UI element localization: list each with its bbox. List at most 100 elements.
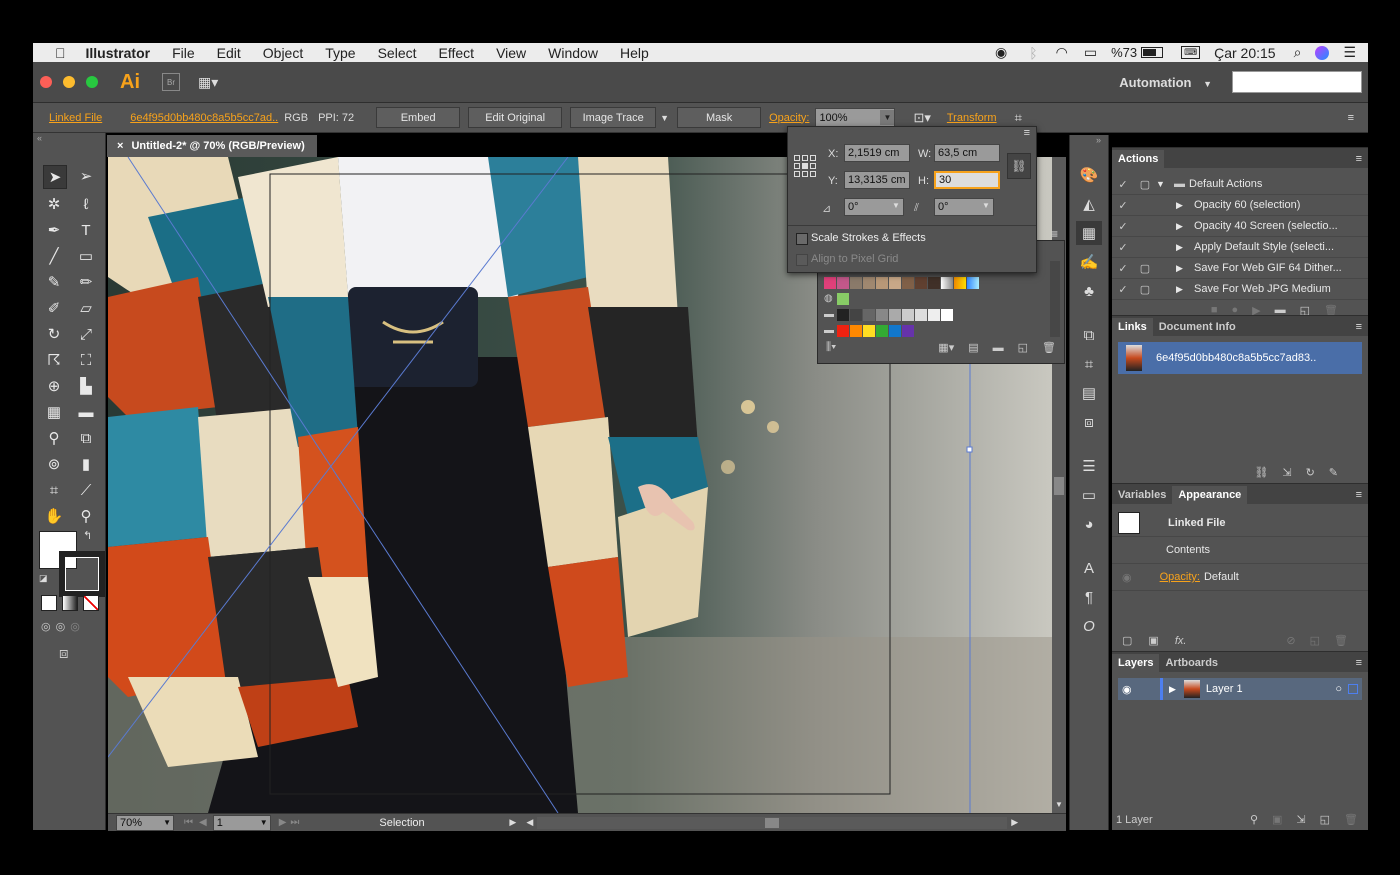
eraser-tool-icon[interactable]: ▱ <box>75 297 97 319</box>
stroke-panel-icon[interactable]: ☰ <box>1076 454 1102 478</box>
swap-fill-stroke-icon[interactable]: ↰ <box>83 529 92 542</box>
fill-stroke-widget[interactable]: ↰ ◪ <box>39 529 105 597</box>
swatch[interactable] <box>889 325 901 337</box>
stroke-swatch[interactable] <box>59 551 105 597</box>
constrain-proportions-icon[interactable]: ⛓ <box>1007 153 1031 179</box>
blob-brush-tool-icon[interactable]: ✐ <box>43 297 65 319</box>
tab-actions[interactable]: Actions <box>1112 150 1165 168</box>
hand-tool-icon[interactable]: ✋ <box>43 505 65 527</box>
layer-name[interactable]: Layer 1 <box>1206 683 1243 695</box>
menu-edit[interactable]: Edit <box>217 45 241 61</box>
spotlight-search-icon[interactable]: ⌕ <box>1294 44 1302 61</box>
chevron-down-icon[interactable]: ▼ <box>880 110 895 125</box>
target-circle-icon[interactable]: ○ <box>1335 683 1342 695</box>
tab-links[interactable]: Links <box>1112 318 1153 336</box>
swatch[interactable] <box>863 277 875 289</box>
appearance-contents-row[interactable]: Contents <box>1112 537 1368 564</box>
tab-layers[interactable]: Layers <box>1112 654 1160 672</box>
rectangle-tool-icon[interactable]: ▭ <box>75 245 97 267</box>
action-set-row[interactable]: ✓ ▢ ▼ ▬ Default Actions <box>1112 174 1368 195</box>
keyboard-input-icon[interactable]: ⌨ <box>1181 46 1201 59</box>
go-to-link-icon[interactable]: ⇲ <box>1282 466 1291 479</box>
chevron-right-icon[interactable]: ▶ <box>1176 284 1190 295</box>
delete-swatch-icon[interactable]: 🗑 <box>1042 341 1056 354</box>
slice-tool-icon[interactable]: ⟋ <box>75 479 97 501</box>
horizontal-scrollbar[interactable] <box>537 816 1008 829</box>
swatch[interactable] <box>902 277 914 289</box>
last-artboard-icon[interactable]: ⏭ <box>290 817 299 828</box>
swatch[interactable] <box>928 309 940 321</box>
locate-object-icon[interactable]: ⚲ <box>1250 813 1258 826</box>
image-trace-options-icon[interactable]: ▼ <box>660 113 669 123</box>
checkmark-icon[interactable]: ✓ <box>1112 178 1134 191</box>
menu-help[interactable]: Help <box>620 45 649 61</box>
w-field[interactable]: 63,5 cm <box>934 144 1000 162</box>
checkmark-icon[interactable]: ✓ <box>1112 199 1134 212</box>
notification-center-icon[interactable]: ☰ <box>1343 44 1356 61</box>
swatch[interactable] <box>876 325 888 337</box>
chevron-right-icon[interactable]: ▶ <box>1176 221 1190 232</box>
swatch-options-icon[interactable]: ▤ <box>968 341 978 354</box>
default-fill-stroke-icon[interactable]: ◪ <box>39 573 48 584</box>
swatch[interactable] <box>824 277 836 289</box>
screen-mode-icon[interactable]: ⧈ <box>59 645 69 662</box>
status-mode[interactable]: Selection <box>379 817 509 829</box>
action-row[interactable]: ✓ ▶ Apply Default Style (selecti... <box>1112 237 1368 258</box>
menu-type[interactable]: Type <box>325 45 355 61</box>
first-artboard-icon[interactable]: ⏮ <box>184 817 193 828</box>
close-icon[interactable]: × <box>117 140 123 152</box>
link-item[interactable]: 6e4f95d0bb480c8a5b5cc7ad83.. <box>1118 342 1362 374</box>
swatch[interactable] <box>889 309 901 321</box>
swatch[interactable] <box>941 277 953 289</box>
linked-file-link[interactable]: Linked File <box>49 112 102 124</box>
scroll-left-arrow-icon[interactable]: ◀ <box>526 817 533 828</box>
color-mode-icon[interactable] <box>41 595 57 611</box>
swatch[interactable] <box>837 293 849 305</box>
tab-appearance[interactable]: Appearance <box>1172 486 1248 504</box>
panel-menu-icon[interactable]: ≡ <box>1024 127 1030 139</box>
dialog-toggle-icon[interactable]: ▢ <box>1134 262 1156 275</box>
record-icon[interactable]: ◉ <box>995 44 1007 61</box>
next-artboard-icon[interactable]: ▶ <box>279 817 287 828</box>
chevron-right-icon[interactable]: ▶ <box>1176 263 1190 274</box>
swatch[interactable] <box>863 309 875 321</box>
apple-menu-icon[interactable]:  <box>55 45 66 61</box>
artboard-number-field[interactable]: 1 ▼ <box>212 814 271 831</box>
scroll-thumb[interactable] <box>765 817 780 828</box>
opacity-link[interactable]: Opacity: <box>1160 571 1200 583</box>
add-effect-button[interactable]: fx. <box>1175 635 1187 647</box>
free-transform-tool-icon[interactable]: ⛶ <box>75 349 97 371</box>
transform-panel-icon[interactable]: ⧉ <box>1076 323 1102 347</box>
panel-menu-icon[interactable]: ≡ <box>1356 489 1362 501</box>
isolate-selected-icon[interactable]: ⌗ <box>1015 110 1022 126</box>
minimize-window-button[interactable] <box>63 76 75 88</box>
type-tool-icon[interactable]: T <box>75 219 97 241</box>
shape-builder-tool-icon[interactable]: ⊕ <box>43 375 65 397</box>
rotate-tool-icon[interactable]: ↻ <box>43 323 65 345</box>
align-pixel-grid-checkbox[interactable] <box>796 254 808 266</box>
scale-strokes-checkbox[interactable] <box>796 233 808 245</box>
swatch-libraries-icon[interactable]: ⫼▾ <box>826 341 836 354</box>
transparency-panel-icon[interactable]: ◕ <box>1076 512 1102 536</box>
selection-tool-icon[interactable]: ➤ <box>43 165 67 189</box>
blend-tool-icon[interactable]: ⧉ <box>75 427 97 449</box>
action-row[interactable]: ✓ ▢ ▶ Save For Web GIF 64 Dither... <box>1112 258 1368 279</box>
swatch[interactable] <box>902 325 914 337</box>
battery-icon[interactable] <box>1141 47 1164 58</box>
mesh-tool-icon[interactable]: ▦ <box>43 401 65 423</box>
swatch[interactable] <box>863 325 875 337</box>
visibility-eye-icon[interactable]: ◉ <box>1122 683 1140 696</box>
perspective-grid-tool-icon[interactable]: ▙ <box>75 375 97 397</box>
selection-indicator-icon[interactable] <box>1348 684 1358 694</box>
dialog-toggle-icon[interactable]: ▢ <box>1134 178 1156 191</box>
clear-appearance-icon[interactable]: ⊘ <box>1286 634 1295 647</box>
scale-tool-icon[interactable]: ⤢ <box>75 323 97 345</box>
tab-artboards[interactable]: Artboards <box>1159 654 1224 672</box>
h-field[interactable]: 30 <box>934 171 1000 189</box>
scroll-thumb[interactable] <box>1054 477 1064 495</box>
checkmark-icon[interactable]: ✓ <box>1112 262 1134 275</box>
document-tab[interactable]: × Untitled-2* @ 70% (RGB/Preview) <box>107 135 317 157</box>
delete-icon[interactable]: 🗑 <box>1344 813 1358 826</box>
menu-select[interactable]: Select <box>378 45 417 61</box>
layer-row[interactable]: ◉ ▶ Layer 1 ○ <box>1118 678 1362 700</box>
